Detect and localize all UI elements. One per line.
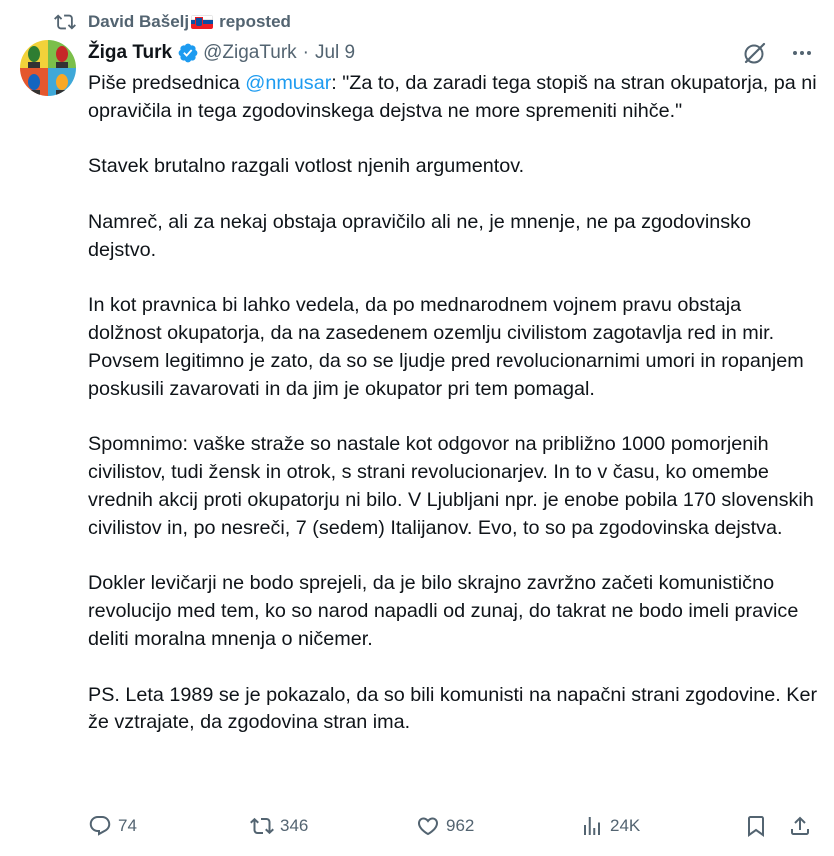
repost-button[interactable]: 346	[250, 814, 308, 838]
bookmark-button[interactable]	[744, 814, 774, 838]
tweet-paragraph: Spomnimo: vaške straže so nastale kot od…	[88, 433, 814, 539]
tweet-paragraph: Piše predsednica @nmusar: "Za to, da zar…	[88, 70, 818, 126]
tweet-text: Piše predsednica @nmusar: "Za to, da zar…	[88, 70, 818, 765]
separator-dot: ·	[302, 42, 309, 63]
grok-icon[interactable]	[742, 40, 768, 66]
heart-icon	[417, 817, 439, 836]
tweet-paragraph: Namreč, ali za nekaj obstaja opravičilo …	[88, 210, 752, 261]
repost-count: 346	[280, 816, 309, 835]
repost-label: reposted	[219, 12, 291, 31]
repost-icon	[250, 817, 274, 835]
reply-count: 74	[118, 816, 137, 835]
more-icon[interactable]	[790, 41, 814, 65]
repost-user-name[interactable]: David Bašelj	[88, 12, 189, 32]
author-handle[interactable]: @ZigaTurk	[203, 42, 297, 64]
mention-link[interactable]: @nmusar	[245, 72, 331, 94]
views-icon	[584, 817, 600, 835]
views-button[interactable]: 24K	[580, 814, 640, 838]
tweet-intro-text: Piše predsednica	[88, 72, 246, 94]
like-count: 962	[446, 816, 475, 835]
tweet-action-bar: 74 346 962 24K	[88, 812, 814, 842]
tweet-header: Žiga Turk @ZigaTurk · Jul 9	[88, 38, 355, 68]
share-button[interactable]	[788, 814, 818, 838]
tweet-paragraph: Stavek brutalno razgali votlost njenih a…	[88, 155, 525, 178]
repost-indicator[interactable]: David Bašelj reposted	[54, 10, 291, 34]
share-icon	[791, 816, 809, 835]
verified-badge-icon[interactable]	[177, 42, 199, 64]
bookmark-icon	[748, 816, 764, 837]
tweet-paragraph: In kot pravnica bi lahko vedela, da po m…	[88, 294, 804, 400]
like-button[interactable]: 962	[416, 814, 474, 838]
tweet-top-actions	[742, 40, 814, 66]
reply-icon	[89, 816, 111, 836]
avatar[interactable]	[20, 40, 76, 96]
author-name[interactable]: Žiga Turk	[88, 42, 172, 64]
tweet-date[interactable]: Jul 9	[315, 42, 355, 64]
views-count: 24K	[610, 816, 641, 835]
reply-button[interactable]: 74	[88, 814, 137, 838]
tweet-paragraph: PS. Leta 1989 se je pokazalo, da so bili…	[88, 683, 818, 734]
repost-icon	[54, 11, 76, 33]
slovenia-flag-icon	[191, 15, 214, 29]
tweet-paragraph: Dokler levičarji ne bodo sprejeli, da je…	[88, 572, 799, 650]
